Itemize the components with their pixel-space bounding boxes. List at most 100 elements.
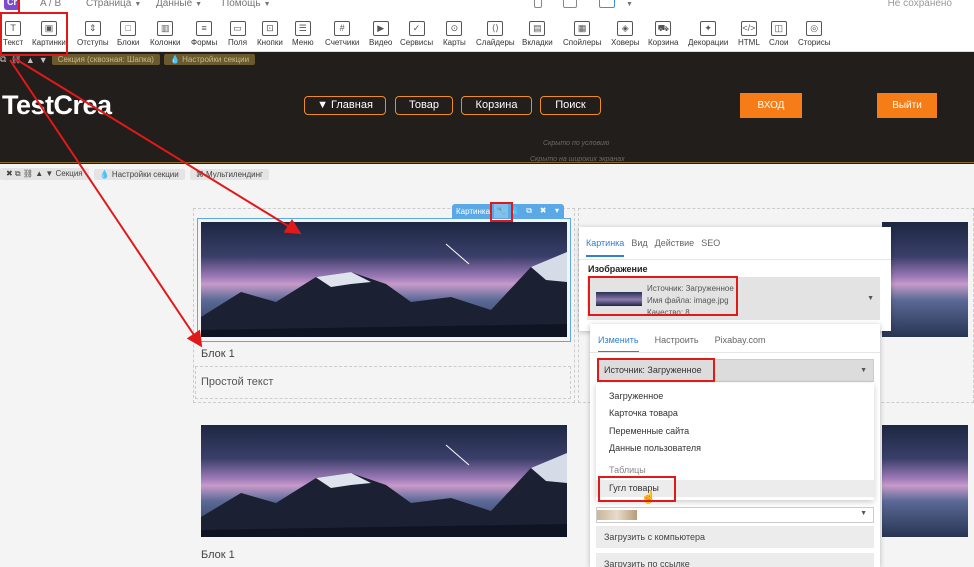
tab-seo[interactable]: SEO	[701, 238, 720, 257]
option-uploaded[interactable]: Загруженное	[609, 391, 663, 401]
tool-menu[interactable]: ☰ Меню	[292, 10, 314, 52]
nav-button-home[interactable]: ▼ Главная	[304, 96, 386, 115]
move-down-icon[interactable]: ▼	[39, 55, 48, 65]
tool-counter[interactable]: # Счетчики	[325, 10, 359, 52]
video-icon: ▶	[372, 21, 389, 36]
tool-columns[interactable]: ▥ Колонки	[150, 10, 181, 52]
tool-text[interactable]: T Текст	[3, 10, 23, 52]
divider	[579, 259, 891, 260]
upload-from-computer-button[interactable]: Загрузить с компьютера	[596, 526, 874, 548]
section-link-icon[interactable]: ⛓	[10, 54, 21, 65]
section-settings-button[interactable]: 💧 Настройки секции	[93, 168, 185, 180]
mountain-image-right-2[interactable]	[882, 425, 968, 537]
tool-tabs[interactable]: ▤ Вкладки	[522, 10, 553, 52]
move-up-icon[interactable]: ▲	[26, 55, 35, 65]
tab-action[interactable]: Действие	[655, 238, 695, 257]
tool-video[interactable]: ▶ Видео	[369, 10, 392, 52]
close-icon[interactable]: ✖	[536, 204, 550, 218]
tool-stories[interactable]: ◎ Сторисы	[798, 10, 830, 52]
data-menu-label: Данные	[156, 0, 193, 9]
tool-blocks[interactable]: □ Блоки	[117, 10, 139, 52]
tab-image[interactable]: Картинка	[586, 238, 625, 257]
chevron-down-icon[interactable]: ▾	[550, 204, 564, 218]
desktop-view-icon[interactable]	[599, 0, 615, 8]
services-icon: ✓	[408, 21, 425, 36]
page-menu[interactable]: Страница ▼	[86, 0, 141, 9]
mobile-view-icon[interactable]	[534, 0, 542, 8]
wrench-icon[interactable]: 🔧	[494, 204, 509, 218]
help-menu[interactable]: Помощь ▼	[222, 0, 271, 9]
image-mini-select[interactable]: ▼	[596, 507, 874, 523]
nav-button-search[interactable]: Поиск	[540, 96, 601, 115]
tool-html[interactable]: </> HTML	[738, 10, 760, 52]
header-divider	[0, 162, 974, 163]
section-settings-chip[interactable]: 💧 Настройки секции	[163, 54, 256, 65]
option-site-variables[interactable]: Переменные сайта	[609, 426, 689, 436]
logout-button[interactable]: Выйти	[877, 93, 937, 118]
menu-icon: ☰	[294, 21, 311, 36]
block-title-2[interactable]: Блок 1	[201, 549, 235, 561]
slider-icon: ⟨⟩	[487, 21, 504, 36]
image-section-title: Изображение	[588, 264, 648, 274]
tool-image[interactable]: ▣ Картинки	[32, 10, 66, 52]
device-dropdown[interactable]: ▼	[623, 0, 633, 9]
copy-icon[interactable]: ⧉	[522, 204, 536, 218]
tool-label: Корзина	[648, 38, 679, 47]
image-icon: ▣	[40, 21, 57, 36]
drop-icon[interactable]: 💧	[508, 204, 522, 218]
tab-edit[interactable]: Изменить	[598, 335, 639, 353]
header-section-toolbar: ⧉ ⛓ ▲ ▼ Секция (сквозная: Шапка) 💧 Настр…	[0, 54, 256, 65]
tablet-view-icon[interactable]	[563, 0, 577, 8]
hidden-condition-label: Скрыто по условию	[543, 140, 610, 147]
image-source-picker[interactable]: Источник: Загруженное Имя файла: image.j…	[587, 277, 880, 320]
block-text[interactable]: Простой текст	[201, 376, 273, 388]
spoiler-icon: ▦	[574, 21, 591, 36]
tool-services[interactable]: ✓ Сервисы	[400, 10, 433, 52]
tool-label: Слои	[769, 38, 789, 47]
widget-toolbar: T Текст ▣ Картинки ⇕ Отступы □ Блоки ▥ Колонки ≡ Фо…	[0, 10, 974, 52]
tool-field[interactable]: ▭ Поля	[228, 10, 247, 52]
ab-test-menu[interactable]: A / B	[40, 0, 61, 9]
tool-label: Сервисы	[400, 38, 434, 47]
tool-padding[interactable]: ⇕ Отступы	[77, 10, 109, 52]
tool-slider[interactable]: ⟨⟩ Слайдеры	[476, 10, 515, 52]
blocks-icon: □	[120, 21, 137, 36]
tool-button[interactable]: ⊡ Кнопки	[257, 10, 283, 52]
tab-view[interactable]: Вид	[631, 238, 647, 257]
tabs-icon: ▤	[529, 21, 546, 36]
help-menu-label: Помощь	[222, 0, 261, 9]
image-source-text: Источник: Загруженное	[647, 284, 734, 293]
hand-cursor-icon: ☝	[641, 490, 656, 504]
app-logo[interactable]: Cr	[4, 0, 20, 10]
option-user-data[interactable]: Данные пользователя	[609, 443, 701, 453]
tool-hover[interactable]: ◈ Ховеры	[611, 10, 640, 52]
tool-label: Колонки	[150, 38, 181, 47]
tab-configure[interactable]: Настроить	[655, 335, 699, 353]
multilanding-button[interactable]: ⌘ Мультилендинг	[189, 168, 269, 180]
tool-decor[interactable]: ✦ Декорации	[688, 10, 728, 52]
section-icons[interactable]: ✖ ⧉ ⛓ ▲ ▼ Секция	[0, 168, 89, 180]
tool-map[interactable]: ⊙ Карты	[443, 10, 466, 52]
upload-by-link-button[interactable]: Загрузить по ссылке	[596, 553, 874, 567]
tab-pixabay[interactable]: Pixabay.com	[715, 335, 766, 353]
tool-form[interactable]: ≡ Формы	[191, 10, 217, 52]
data-menu[interactable]: Данные ▼	[156, 0, 202, 9]
chevron-down-icon: ▼	[860, 510, 867, 517]
tool-spoiler[interactable]: ▦ Спойлеры	[563, 10, 601, 52]
section-copy-icon[interactable]: ⧉	[0, 54, 6, 65]
mountain-image-2[interactable]	[201, 425, 567, 537]
tool-label: Поля	[228, 38, 248, 47]
decor-icon: ✦	[700, 21, 717, 36]
nav-button-product[interactable]: Товар	[395, 96, 453, 115]
option-product-card[interactable]: Карточка товара	[609, 408, 678, 418]
save-status: Не сохранено	[887, 0, 952, 9]
tool-cart[interactable]: ⛟ Корзина	[648, 10, 678, 52]
nav-button-cart[interactable]: Корзина	[461, 96, 532, 115]
section-chip[interactable]: Секция (сквозная: Шапка)	[51, 54, 160, 65]
block-title[interactable]: Блок 1	[201, 348, 235, 360]
option-google-products[interactable]: Гугл товары	[596, 480, 874, 497]
login-button[interactable]: ВХОД	[740, 93, 802, 118]
tool-layers[interactable]: ◫ Слои	[769, 10, 788, 52]
source-select[interactable]: Источник: Загруженное ▼	[598, 359, 874, 382]
chevron-down-icon: ▼	[134, 1, 142, 8]
